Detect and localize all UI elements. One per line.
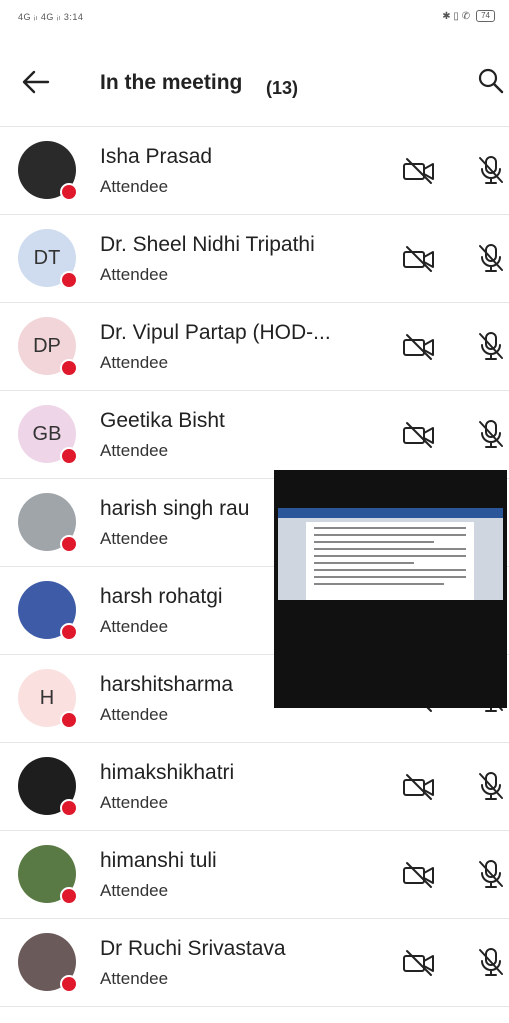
participant-row[interactable]: DP Dr. Vipul Partap (HOD-... Attendee: [0, 302, 509, 390]
participant-role: Attendee: [100, 177, 169, 196]
mic-off-icon: [479, 156, 503, 184]
status-bar: 4G ᵢₗ 4G ᵢₗ 3:14 ✱ ▯ ✆ 74: [0, 0, 509, 36]
participant-name: harsh rohatgi: [100, 585, 223, 608]
participant-name: Isha Prasad: [100, 145, 213, 168]
mic-off-icon: [479, 244, 503, 272]
participant-name: harshitsharma: [100, 673, 234, 696]
avatar: H: [18, 669, 78, 729]
avatar: [18, 757, 78, 817]
participant-name: Geetika Bisht: [100, 409, 225, 432]
participant-row[interactable]: himanshi tuli Attendee: [0, 830, 509, 918]
mic-off-icon: [479, 332, 503, 360]
participant-name: Dr Ruchi Srivastava: [100, 937, 286, 960]
participant-row[interactable]: GB Geetika Bisht Attendee: [0, 390, 509, 478]
avatar: GB: [18, 405, 78, 465]
avatar-initials: DP: [33, 334, 61, 357]
shared-screen-preview[interactable]: [274, 470, 507, 708]
avatar: [18, 845, 78, 905]
participant-name: himakshikhatri: [100, 761, 235, 784]
camera-off-icon: [403, 334, 434, 360]
camera-off-icon: [403, 422, 434, 448]
camera-off-icon: [403, 950, 434, 976]
mic-off-icon: [479, 420, 503, 448]
presence-dot: [60, 623, 78, 641]
shared-document-thumbnail: [278, 508, 503, 600]
avatar-initials: DT: [33, 246, 61, 269]
participant-name: himanshi tuli: [100, 849, 217, 872]
participant-role: Attendee: [100, 969, 169, 988]
participant-role: Attendee: [100, 529, 169, 548]
signal-time: 4G ᵢₗ 4G ᵢₗ 3:14: [18, 12, 84, 22]
camera-off-icon: [403, 246, 434, 272]
page-title: In the meeting: [100, 71, 243, 94]
camera-off-icon: [403, 158, 434, 184]
presence-dot: [60, 799, 78, 817]
participant-count: (13): [266, 78, 299, 98]
presence-dot: [60, 447, 78, 465]
participant-row[interactable]: DT Dr. Sheel Nidhi Tripathi Attendee: [0, 214, 509, 302]
avatar: [18, 933, 78, 993]
participant-row[interactable]: Dr Ruchi Srivastava Attendee: [0, 918, 509, 1007]
status-icons-text: ✱ ▯ ✆: [442, 10, 471, 22]
presence-dot: [60, 975, 78, 993]
participant-row[interactable]: himakshikhatri Attendee: [0, 742, 509, 830]
avatar: DP: [18, 317, 78, 377]
presence-dot: [60, 711, 78, 729]
presence-dot: [60, 535, 78, 553]
battery-icon: 74: [476, 10, 495, 22]
participant-name: harish singh rau: [100, 497, 250, 520]
header: In the meeting (13): [0, 52, 509, 116]
status-icons: ✱ ▯ ✆ 74: [442, 10, 495, 22]
mic-off-icon: [479, 772, 503, 800]
presence-dot: [60, 271, 78, 289]
presence-dot: [60, 887, 78, 905]
participant-name: Dr. Vipul Partap (HOD-...: [100, 321, 331, 344]
avatar: [18, 493, 78, 553]
avatar: DT: [18, 229, 78, 289]
avatar: [18, 141, 78, 201]
participant-role: Attendee: [100, 265, 169, 284]
search-icon[interactable]: [476, 66, 506, 96]
presence-dot: [60, 359, 78, 377]
avatar: [18, 581, 78, 641]
participant-role: Attendee: [100, 705, 169, 724]
camera-off-icon: [403, 774, 434, 800]
mic-off-icon: [479, 948, 503, 976]
presence-dot: [60, 183, 78, 201]
avatar-initials: H: [39, 686, 55, 709]
participant-role: Attendee: [100, 793, 169, 812]
participant-role: Attendee: [100, 441, 169, 460]
participant-row[interactable]: Isha Prasad Attendee: [0, 126, 509, 214]
participant-role: Attendee: [100, 353, 169, 372]
back-arrow-icon[interactable]: [18, 64, 54, 100]
mic-off-icon: [479, 860, 503, 888]
camera-off-icon: [403, 862, 434, 888]
avatar-initials: GB: [32, 422, 62, 445]
participant-name: Dr. Sheel Nidhi Tripathi: [100, 233, 315, 256]
participant-role: Attendee: [100, 881, 169, 900]
participant-role: Attendee: [100, 617, 169, 636]
